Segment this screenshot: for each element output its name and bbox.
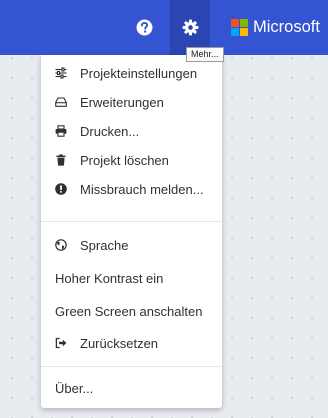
menu-item-project-settings[interactable]: Projekteinstellungen — [41, 58, 222, 88]
menu-item-label: Zurücksetzen — [80, 335, 159, 351]
microsoft-squares-icon — [231, 19, 248, 36]
question-circle-icon[interactable] — [136, 19, 153, 36]
globe-icon — [55, 239, 67, 251]
menu-item-label: Missbrauch melden... — [80, 181, 204, 197]
printer-icon — [55, 125, 67, 137]
menu-item-label: Hoher Kontrast ein — [55, 270, 164, 286]
microsoft-logo[interactable]: Microsoft — [231, 19, 320, 36]
menu-item-delete-project[interactable]: Projekt löschen — [41, 145, 222, 175]
menu-item-label: Projekteinstellungen — [80, 65, 198, 81]
logo-square-green — [240, 19, 248, 27]
menu-item-high-contrast[interactable]: Hoher Kontrast ein — [41, 263, 222, 293]
top-bar: Microsoft — [0, 0, 328, 55]
gear-icon — [182, 19, 199, 36]
more-menu: Projekteinstellungen Erweiterungen Druck… — [41, 55, 222, 408]
trash-icon — [56, 154, 66, 166]
menu-item-extensions[interactable]: Erweiterungen — [41, 87, 222, 117]
menu-item-green-screen[interactable]: Green Screen anschalten — [41, 296, 222, 326]
menu-item-reset[interactable]: Zurücksetzen — [41, 328, 222, 358]
menu-item-label: Green Screen anschalten — [55, 303, 203, 319]
microsoft-logo-text: Microsoft — [253, 18, 320, 36]
sliders-icon — [55, 67, 67, 79]
sign-out-icon — [55, 337, 67, 349]
drive-icon — [55, 97, 67, 107]
logo-square-red — [231, 19, 239, 27]
more-tooltip: Mehr... — [186, 47, 224, 62]
logo-square-yellow — [240, 28, 248, 36]
exclamation-circle-icon — [55, 183, 67, 195]
menu-item-print[interactable]: Drucken... — [41, 116, 222, 146]
menu-item-about[interactable]: Über... — [41, 373, 222, 403]
menu-item-report-abuse[interactable]: Missbrauch melden... — [41, 174, 222, 204]
menu-item-label: Sprache — [80, 237, 129, 253]
menu-item-label: Erweiterungen — [80, 94, 164, 110]
menu-divider — [41, 221, 222, 222]
menu-item-label: Projekt löschen — [80, 152, 169, 168]
logo-square-blue — [231, 28, 239, 36]
menu-divider — [41, 366, 222, 367]
menu-item-label: Drucken... — [80, 123, 140, 139]
menu-item-label: Über... — [55, 380, 94, 396]
menu-item-language[interactable]: Sprache — [41, 230, 222, 260]
